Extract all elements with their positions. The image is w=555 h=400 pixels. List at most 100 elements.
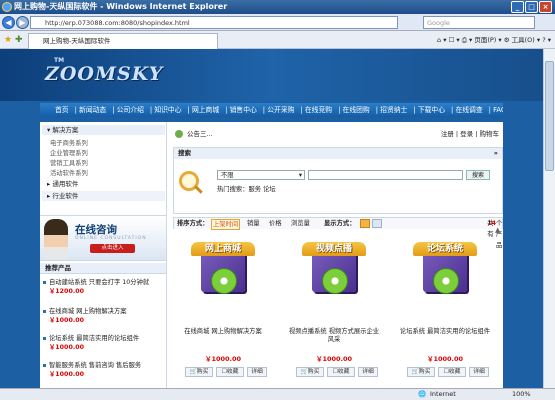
search-input[interactable]: Google (423, 16, 535, 29)
category-select[interactable]: 不限 ▾ (217, 170, 305, 180)
product-price: ￥1000.00 (315, 355, 353, 363)
nav-item[interactable]: 首页 (55, 106, 69, 114)
scroll-up-icon[interactable]: ▲ (495, 226, 500, 234)
buy-button[interactable]: 🛒购买 (407, 367, 435, 377)
sort-option-views[interactable]: 浏览量 (291, 218, 310, 229)
detail-button[interactable]: 详细 (358, 367, 378, 377)
subcategory-item[interactable]: 活动软件系列 (50, 168, 88, 177)
nav-item[interactable]: FAQ (493, 106, 503, 114)
notice-text[interactable]: 公告三... (187, 127, 213, 141)
favorites-star-icon[interactable]: ★ (4, 35, 12, 45)
recommended-heading: 推荐产品 (40, 263, 166, 274)
nav-item[interactable]: 公开采购 (267, 106, 294, 114)
product-banner: 视频点播 (302, 242, 366, 256)
notice-bar: 公告三... 注册 | 登录 | 购物车 (173, 127, 503, 141)
bullet-icon (43, 336, 46, 340)
nav-item[interactable]: 下载中心 (418, 106, 445, 114)
nav-item[interactable]: 在线调查 (455, 106, 482, 114)
consult-title: 在线咨询 (75, 224, 117, 236)
vertical-scrollbar[interactable] (543, 49, 555, 388)
product-banner: 论坛系统 (413, 242, 477, 256)
sort-option-sales[interactable]: 销量 (247, 218, 260, 229)
subcategory-item[interactable]: 企业管理系列 (50, 148, 88, 157)
recommended-item[interactable]: 论坛系统 最简洁实用的论坛组件 ￥1000.00 (43, 333, 165, 351)
site-banner: TM ZOOMSKY (0, 49, 543, 101)
page-content: ▾ 解决方案 电子商务系列 企业管理系列 营销工具系列 活动软件系列 ▸ 通用软… (40, 122, 503, 388)
favorite-button[interactable]: ☐收藏 (327, 367, 355, 377)
close-button[interactable]: × (539, 1, 552, 13)
search-heading: 搜索» (174, 148, 502, 159)
product-price: ￥1000.00 (204, 355, 242, 363)
address-input[interactable]: http://erp.073088.com:8080/shopindex.htm… (30, 16, 398, 29)
grid-view-icon[interactable] (360, 219, 370, 228)
nav-item[interactable]: 知识中心 (154, 106, 181, 114)
subcategory-item[interactable]: 营销工具系列 (50, 158, 88, 167)
nav-item[interactable]: 网上商城 (192, 106, 219, 114)
online-consult-panel: 在线咨询 ONLINE CONSULTATION 点击进入 (40, 215, 166, 261)
product-name[interactable]: 在线商城 网上购物解决方案 (175, 328, 271, 336)
back-button[interactable]: ◀ (2, 16, 15, 29)
favorite-button[interactable]: ☐收藏 (216, 367, 244, 377)
hot-searches[interactable]: 热门搜索：服务 论坛 (217, 184, 276, 193)
subcategory-item[interactable]: 电子商务系列 (50, 138, 88, 147)
window-titlebar: 网上购物-天纵国际软件 - Windows Internet Explorer … (0, 0, 555, 14)
product-disc-icon (322, 268, 348, 294)
keyword-input[interactable] (308, 170, 463, 180)
forward-button[interactable]: ▶ (16, 16, 29, 29)
detail-button[interactable]: 详细 (469, 367, 489, 377)
favorite-button[interactable]: ☐收藏 (438, 367, 466, 377)
sort-option-price[interactable]: 价格 (269, 218, 282, 229)
chevron-down-icon: ▾ (298, 172, 302, 179)
category-industry-software[interactable]: ▸ 行业软件 (42, 191, 165, 201)
nav-item[interactable]: 新闻动态 (79, 106, 106, 114)
site-logo[interactable]: ZOOMSKY (45, 63, 163, 85)
detail-button[interactable]: 详细 (247, 367, 267, 377)
product-name[interactable]: 视频点播系统 视频方式展示企业风采 (286, 328, 382, 344)
sort-option-date[interactable]: 上架时间 (211, 219, 241, 230)
buy-button[interactable]: 🛒购买 (185, 367, 213, 377)
zone-label: Internet (430, 390, 456, 398)
command-bar[interactable]: ⌂ ▾ ☐ ▾ ⎙ ▾ 页面(P) ▾ ⚙ 工具(O) ▾ ? ▾ (437, 34, 551, 46)
product-actions: 🛒购买 ☐收藏 详细 (405, 367, 493, 377)
recommended-item[interactable]: 自动建站系统 只要会打字 10分钟就 ￥1200.00 (43, 277, 165, 295)
product-card[interactable]: 网上商城 在线商城 网上购物解决方案 ￥1000.00 🛒购买 ☐收藏 详细 (175, 240, 271, 388)
product-price: ￥1000.00 (426, 355, 464, 363)
product-card[interactable]: 论坛系统 论坛系统 最简洁实用的论坛组件 ￥1000.00 🛒购买 ☐收藏 详细 (397, 240, 493, 388)
nav-item[interactable]: 销售中心 (230, 106, 257, 114)
minimize-button[interactable]: _ (511, 1, 524, 13)
tab-current[interactable]: 网上购物-天纵国际软件 (28, 33, 218, 49)
buy-button[interactable]: 🛒购买 (296, 367, 324, 377)
magnifier-handle-icon (194, 185, 203, 194)
product-banner: 网上商城 (191, 242, 255, 256)
search-button[interactable]: 搜索 (466, 170, 490, 180)
category-solutions[interactable]: ▾ 解决方案 (42, 125, 165, 135)
product-disc-icon (433, 268, 459, 294)
scrollbar-thumb[interactable] (545, 61, 554, 171)
recommended-item[interactable]: 智能服务系统 售前咨询 售后服务 ￥1000.00 (43, 360, 165, 378)
window-title: 网上购物-天纵国际软件 - Windows Internet Explorer (14, 2, 228, 11)
add-favorite-icon[interactable]: ✚ (15, 35, 23, 45)
nav-item[interactable]: 在线竞购 (305, 106, 332, 114)
list-view-icon[interactable] (372, 219, 382, 228)
maximize-button[interactable]: □ (525, 1, 538, 13)
search-panel: 搜索» 不限 ▾ 搜索 热门搜索：服务 论坛 (173, 147, 503, 214)
main-column: 公告三... 注册 | 登录 | 购物车 搜索» 不限 ▾ 搜索 热门搜索：服务 … (173, 122, 503, 388)
globe-icon: 🌐 (418, 390, 427, 398)
nav-item[interactable]: 招贤纳士 (380, 106, 407, 114)
nav-item[interactable]: 公司介绍 (117, 106, 144, 114)
product-actions: 🛒购买 ☐收藏 详细 (183, 367, 271, 377)
product-card[interactable]: 视频点播 视频点播系统 视频方式展示企业风采 ￥1000.00 🛒购买 ☐收藏 … (286, 240, 382, 388)
product-name[interactable]: 论坛系统 最简洁实用的论坛组件 (397, 328, 493, 336)
recommended-item[interactable]: 在线商城 网上购物解决方案 ￥1000.00 (43, 306, 165, 324)
nav-item[interactable]: 在线团购 (343, 106, 370, 114)
display-label: 显示方式： (324, 220, 356, 227)
status-bar: 🌐 Internet 100% (0, 388, 555, 400)
zoom-level[interactable]: 100% (512, 389, 531, 400)
address-toolbar: ◀ ▶ http://erp.073088.com:8080/shopindex… (0, 14, 555, 31)
collapse-icon[interactable]: » (494, 148, 498, 159)
bullet-icon (43, 280, 46, 284)
account-links[interactable]: 注册 | 登录 | 购物车 (441, 127, 499, 141)
category-general-software[interactable]: ▸ 通用软件 (42, 179, 165, 189)
consult-enter-button[interactable]: 点击进入 (90, 244, 135, 253)
product-disc-icon (211, 268, 237, 294)
